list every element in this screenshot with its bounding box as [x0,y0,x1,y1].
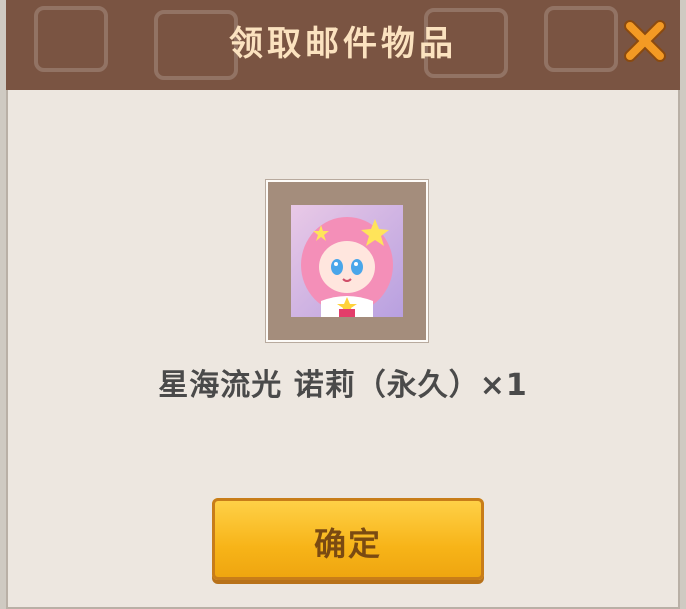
avatar-skin-icon [291,205,403,317]
close-x-icon [624,20,666,62]
confirm-button[interactable]: 确定 [212,498,484,580]
dialog-title: 领取邮件物品 [229,24,457,64]
item-slot [266,180,428,342]
close-button[interactable] [622,18,668,64]
dialog-content: 星海流光 诺莉（永久）×1 确定 [6,90,680,609]
confirm-button-label: 确定 [313,525,382,563]
dialog-header: 领取邮件物品 [6,0,680,90]
item-caption: 星海流光 诺莉（永久）×1 [158,368,528,403]
claim-mail-item-dialog: 领取邮件物品 星海流光 诺莉（永久）×1 确定 [6,0,680,609]
